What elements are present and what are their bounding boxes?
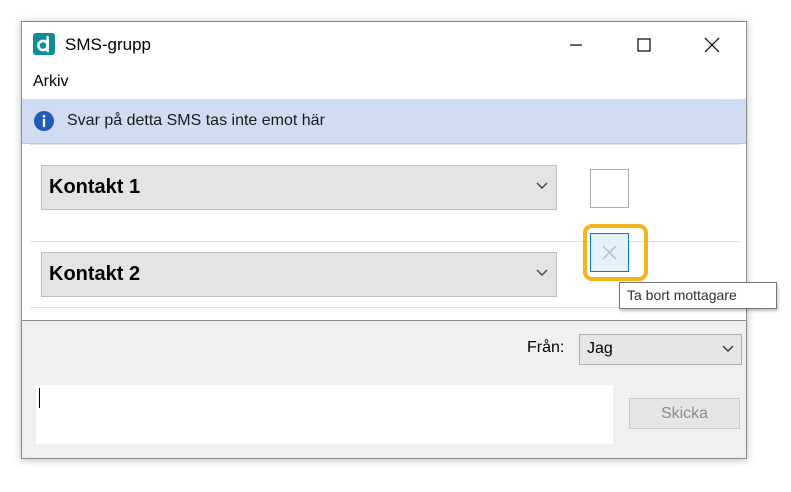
compose-area: Från: Jag Skicka — [22, 320, 746, 458]
contact-label: Kontakt 2 — [49, 263, 141, 285]
info-bar: Svar på detta SMS tas inte emot här — [22, 99, 746, 144]
message-input[interactable] — [36, 385, 613, 444]
row-divider — [30, 144, 740, 145]
from-selected-value: Jag — [587, 340, 613, 357]
close-window-button[interactable] — [678, 22, 746, 68]
from-label: Från: — [527, 339, 565, 356]
title-bar: SMS-grupp — [22, 22, 746, 68]
text-caret — [39, 388, 40, 408]
maximize-icon — [637, 38, 651, 52]
from-select[interactable]: Jag — [579, 334, 742, 365]
remove-recipient-button-1[interactable] — [590, 169, 629, 208]
chevron-down-icon — [536, 182, 548, 189]
close-icon — [602, 245, 617, 260]
menu-bar: Arkiv — [22, 69, 746, 97]
close-icon — [704, 37, 720, 53]
contact-select-2[interactable]: Kontakt 2 — [41, 252, 557, 297]
remove-recipient-button-2[interactable] — [590, 233, 629, 272]
sms-group-window: SMS-grupp Arkiv Svar på detta SMS tas in… — [21, 21, 747, 459]
close-icon — [602, 181, 617, 196]
chevron-down-icon — [722, 345, 734, 352]
menu-item-arkiv[interactable]: Arkiv — [33, 73, 69, 91]
contact-select-1[interactable]: Kontakt 1 — [41, 165, 557, 210]
window-title: SMS-grupp — [65, 35, 151, 54]
info-message: Svar på detta SMS tas inte emot här — [67, 112, 325, 129]
contact-label: Kontakt 1 — [49, 176, 141, 198]
dexter-d-logo-icon — [33, 33, 55, 55]
maximize-button[interactable] — [610, 22, 678, 68]
info-icon — [33, 110, 55, 132]
minimize-icon — [570, 44, 582, 46]
chevron-down-icon — [536, 269, 548, 276]
send-button[interactable]: Skicka — [629, 398, 740, 429]
remove-recipient-tooltip: Ta bort mottagare — [619, 282, 777, 309]
minimize-button[interactable] — [542, 22, 610, 68]
